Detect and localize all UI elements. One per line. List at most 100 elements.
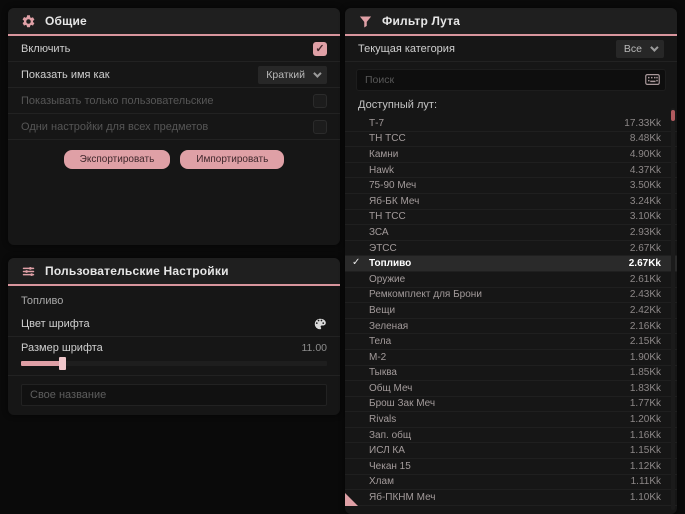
enable-checkbox[interactable]: ✓	[313, 41, 327, 56]
font-size-slider[interactable]	[8, 357, 340, 376]
loot-item-name: Оружие	[369, 273, 406, 285]
loot-item-value: 2.93Kk	[629, 226, 661, 238]
category-dropdown[interactable]: Все	[615, 39, 664, 58]
loot-item-name: Зеленая	[369, 320, 409, 332]
loot-item-value: 1.83Kk	[629, 382, 661, 394]
funnel-icon	[358, 14, 373, 29]
resize-grip[interactable]	[345, 493, 358, 506]
loot-list-item[interactable]: ✓ Общ Меч 1.83Kk	[345, 381, 677, 397]
general-settings-window: Общие Включить ✓ Показать имя как Кратки…	[8, 8, 340, 245]
loot-list-item[interactable]: ✓ Камни 4.90Kk	[345, 147, 677, 163]
loot-list-item[interactable]: ✓ М-2 1.90Kk	[345, 350, 677, 366]
loot-list-item[interactable]: ✓ Зеленая 2.16Kk	[345, 319, 677, 335]
slider-handle[interactable]	[59, 357, 66, 370]
loot-list-item[interactable]: ✓ Яб-ПКНМ Меч 1.10Kk	[345, 490, 677, 506]
loot-list-item[interactable]: ✓ ТН ТСС 8.48Kk	[345, 132, 677, 148]
loot-item-name: Яб-ПКНМ Меч	[369, 492, 436, 504]
loot-item-name: Rivals	[369, 414, 397, 426]
loot-item-value: 1.16Kk	[629, 429, 661, 441]
loot-item-name: М-2	[369, 351, 387, 363]
loot-item-value: 3.24Kk	[629, 195, 661, 207]
loot-list-scrollbar[interactable]	[671, 108, 675, 510]
loot-list-item[interactable]: ✓ Топливо 2.67Kk	[345, 256, 677, 272]
loot-item-name: Т-7	[369, 117, 384, 129]
keyboard-icon[interactable]	[645, 73, 660, 86]
loot-list-item[interactable]: ✓ ЭТСС 2.67Kk	[345, 241, 677, 257]
loot-list-item[interactable]: ✓ Тыква 1.85Kk	[345, 366, 677, 382]
custom-name-input[interactable]	[21, 384, 327, 406]
category-label: Текущая категория	[358, 42, 455, 55]
loot-list-item[interactable]: ✓ Чекан 15 1.12Kk	[345, 459, 677, 475]
loot-list-item[interactable]: ✓ ЗСА 2.93Kk	[345, 225, 677, 241]
enable-label: Включить	[21, 42, 71, 55]
only-custom-label: Показывать только пользовательские	[21, 94, 214, 107]
loot-list-item[interactable]: ✓ Зап. общ 1.16Kk	[345, 428, 677, 444]
slider-track[interactable]	[21, 357, 327, 370]
loot-list-item[interactable]: ✓ Тела 2.15Kk	[345, 334, 677, 350]
custom-settings-window: Пользовательские Настройки Топливо Цвет …	[8, 258, 340, 415]
loot-item-value: 2.67Kk	[628, 258, 661, 270]
loot-filter-window: Фильтр Лута Текущая категория Все Доступ…	[345, 8, 677, 514]
loot-item-value: 17.33Kk	[624, 117, 661, 129]
loot-item-value: 1.85Kk	[629, 367, 661, 379]
loot-item-name: Яб-БК Меч	[369, 195, 420, 207]
loot-list-item[interactable]: ✓ Ремкомплект для Брони 2.43Kk	[345, 288, 677, 304]
loot-item-name: Hawk	[369, 164, 395, 176]
loot-item-value: 2.43Kk	[629, 289, 661, 301]
loot-item-value: 3.10Kk	[629, 211, 661, 223]
loot-item-value: 8.48Kk	[629, 133, 661, 145]
loot-item-value: 1.15Kk	[629, 445, 661, 457]
loot-item-value: 1.12Kk	[629, 460, 661, 472]
only-custom-checkbox[interactable]	[313, 93, 327, 108]
category-dropdown-value: Все	[623, 42, 642, 55]
loot-item-value: 1.90Kk	[629, 351, 661, 363]
loot-list-item[interactable]: ✓ ИСЛ КА 1.15Kk	[345, 443, 677, 460]
search-input[interactable]	[356, 69, 666, 91]
export-button[interactable]: Экспортировать	[63, 150, 171, 169]
loot-list-item[interactable]: ✓ Хлам 1.11Kk	[345, 475, 677, 491]
sliders-icon	[21, 264, 36, 279]
general-window-title: Общие	[45, 14, 87, 28]
custom-settings-titlebar[interactable]: Пользовательские Настройки	[8, 258, 340, 286]
loot-list: ✓ Т-7 17.33Kk ✓ ТН ТСС 8.48Kk ✓ Камни 4.…	[345, 116, 677, 506]
loot-item-value: 2.42Kk	[629, 304, 661, 316]
loot-list-item[interactable]: ✓ ТН ТСС 3.10Kk	[345, 210, 677, 226]
loot-list-item[interactable]: ✓ Т-7 17.33Kk	[345, 116, 677, 132]
gear-icon	[21, 14, 36, 29]
loot-item-value: 2.67Kk	[629, 242, 661, 254]
loot-list-item[interactable]: ✓ Hawk 4.37Kk	[345, 163, 677, 179]
loot-filter-titlebar[interactable]: Фильтр Лута	[345, 8, 677, 36]
loot-list-item[interactable]: ✓ Оружие 2.61Kk	[345, 272, 677, 288]
loot-item-name: ЭТСС	[369, 242, 397, 254]
loot-list-item[interactable]: ✓ Вещи 2.42Kk	[345, 303, 677, 319]
chevron-down-icon	[313, 68, 322, 78]
slider-fill	[21, 361, 63, 366]
loot-item-name: ТН ТСС	[369, 211, 406, 223]
selected-item-name: Топливо	[21, 295, 64, 307]
loot-item-name: ТН ТСС	[369, 133, 406, 145]
loot-item-name: Камни	[369, 148, 399, 160]
loot-item-value: 3.50Kk	[629, 180, 661, 192]
import-button[interactable]: Импортировать	[180, 150, 285, 169]
loot-list-item[interactable]: ✓ Rivals 1.20Kk	[345, 412, 677, 428]
loot-item-value: 4.90Kk	[629, 148, 661, 160]
loot-list-item[interactable]: ✓ Брош Зак Меч 1.77Kk	[345, 397, 677, 413]
show-name-dropdown[interactable]: Краткий	[258, 65, 327, 84]
loot-item-name: Брош Зак Меч	[369, 398, 436, 410]
loot-item-value: 1.20Kk	[629, 414, 661, 426]
loot-item-value: 1.11Kk	[630, 476, 661, 488]
loot-item-name: Хлам	[369, 476, 394, 488]
loot-list-item[interactable]: ✓ 75-90 Меч 3.50Kk	[345, 178, 677, 194]
font-color-label: Цвет шрифта	[21, 317, 90, 330]
loot-item-value: 1.77Kk	[629, 398, 661, 410]
loot-item-name: Ремкомплект для Брони	[369, 289, 482, 301]
scrollbar-thumb[interactable]	[671, 110, 675, 121]
chevron-down-icon	[650, 42, 659, 52]
loot-list-item[interactable]: ✓ Яб-БК Меч 3.24Kk	[345, 194, 677, 210]
general-titlebar[interactable]: Общие	[8, 8, 340, 36]
loot-item-name: Зап. общ	[369, 429, 412, 441]
loot-item-value: 2.15Kk	[629, 336, 661, 348]
palette-icon[interactable]	[313, 317, 327, 331]
same-settings-checkbox[interactable]	[313, 119, 327, 134]
loot-item-name: Топливо	[369, 258, 412, 270]
